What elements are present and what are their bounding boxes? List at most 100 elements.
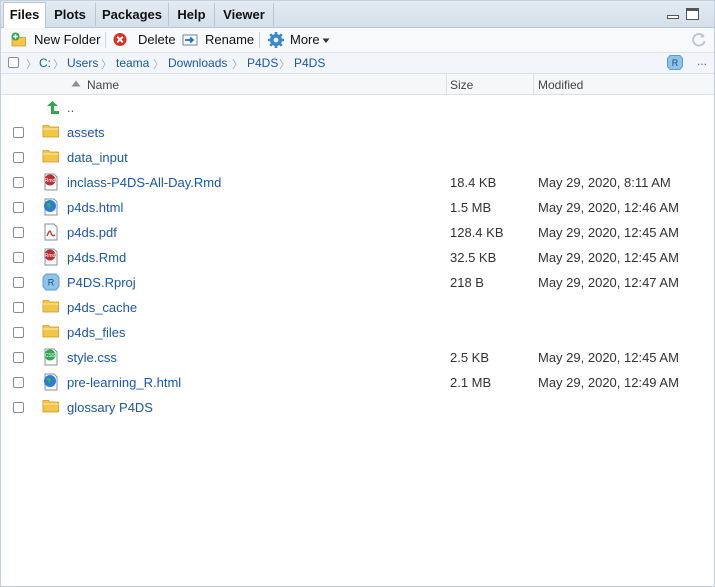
row-checkbox[interactable] [13,252,24,263]
svg-text:CSS: CSS [45,353,56,359]
rename-button[interactable]: Rename [182,30,254,50]
html-file-icon [42,373,60,391]
column-name[interactable]: Name [87,78,119,92]
row-checkbox[interactable] [13,202,24,213]
new-folder-label: New Folder [34,32,101,47]
breadcrumb-item[interactable]: Users [67,56,98,70]
folder-icon [42,298,60,316]
row-checkbox[interactable] [13,402,24,413]
breadcrumb-more[interactable]: ... [697,54,707,68]
column-size[interactable]: Size [450,78,473,92]
tab-packages[interactable]: Packages [96,3,169,26]
new-folder-button[interactable]: New Folder [11,30,101,50]
select-all-checkbox[interactable] [8,57,19,68]
file-row[interactable]: p4ds_cache [1,295,714,320]
file-name[interactable]: .. [67,100,74,115]
file-name[interactable]: p4ds.Rmd [67,250,126,265]
file-row[interactable]: data_input [1,145,714,170]
svg-text:R: R [672,58,679,68]
maximize-icon[interactable] [686,8,699,20]
gear-icon [268,32,284,48]
chevron-down-icon [322,38,330,43]
more-button[interactable]: More [267,30,333,50]
column-modified[interactable]: Modified [538,78,583,92]
row-checkbox[interactable] [13,127,24,138]
file-modified: May 29, 2020, 12:47 AM [538,275,679,290]
file-row[interactable]: Rmd p4ds.Rmd 32.5 KB May 29, 2020, 12:45 AM [1,245,714,270]
row-checkbox[interactable] [13,302,24,313]
breadcrumb-item[interactable]: P4DS [294,56,325,70]
file-row[interactable]: p4ds_files [1,320,714,345]
delete-button[interactable]: Delete [112,30,176,50]
file-name[interactable]: inclass-P4DS-All-Day.Rmd [67,175,221,190]
row-checkbox[interactable] [13,377,24,388]
file-size: 18.4 KB [450,175,497,190]
file-modified: May 29, 2020, 12:45 AM [538,250,679,265]
file-row[interactable]: R P4DS.Rproj 218 B May 29, 2020, 12:47 AM [1,270,714,295]
toolbar-divider [259,32,260,48]
tab-files[interactable]: Files [3,2,46,28]
breadcrumb-item[interactable]: teama [116,56,149,70]
breadcrumb-item[interactable]: C: [39,56,51,70]
file-name[interactable]: p4ds_files [67,325,126,340]
tab-help[interactable]: Help [169,3,215,26]
file-name[interactable]: p4ds.html [67,200,123,215]
file-size: 128.4 KB [450,225,504,240]
file-row[interactable]: p4ds.pdf 128.4 KB May 29, 2020, 12:45 AM [1,220,714,245]
more-label: More [290,32,320,47]
row-checkbox[interactable] [13,227,24,238]
file-size: 2.5 KB [450,350,490,365]
file-row[interactable]: CSS style.css 2.5 KB May 29, 2020, 12:45 AM [1,345,714,370]
file-name[interactable]: P4DS.Rproj [67,275,136,290]
rename-icon [182,34,198,46]
row-checkbox[interactable] [13,277,24,288]
file-row[interactable]: pre-learning_R.html 2.1 MB May 29, 2020, 1… [1,370,714,395]
row-checkbox[interactable] [13,177,24,188]
column-divider [446,74,447,94]
minimize-icon[interactable] [667,8,680,20]
file-size: 32.5 KB [450,250,497,265]
html-file-icon [42,198,60,216]
file-row[interactable]: Rmd inclass-P4DS-All-Day.Rmd 18.4 KB May 29… [1,170,714,195]
refresh-icon[interactable] [691,32,707,51]
file-name[interactable]: data_input [67,150,128,165]
pdf-file-icon [42,223,60,241]
rproject-icon[interactable]: R [667,55,683,70]
file-name[interactable]: p4ds.pdf [67,225,117,240]
rmd-file-icon: Rmd [42,173,60,191]
file-size: 2.1 MB [450,375,492,390]
breadcrumb-separator: 〉 [53,59,64,71]
css-file-icon: CSS [42,348,60,366]
sort-ascending-icon[interactable] [71,80,81,87]
row-checkbox[interactable] [13,152,24,163]
file-name[interactable]: assets [67,125,105,140]
file-name[interactable]: pre-learning_R.html [67,375,181,390]
folder-icon [42,123,60,141]
file-name[interactable]: p4ds_cache [67,300,137,315]
file-row[interactable]: assets [1,120,714,145]
file-name[interactable]: glossary P4DS [67,400,153,415]
tab-viewer[interactable]: Viewer [215,3,274,26]
breadcrumb-item[interactable]: P4DS [247,56,278,70]
row-checkbox[interactable] [13,327,24,338]
file-name[interactable]: style.css [67,350,117,365]
tab-plots[interactable]: Plots [45,3,96,26]
breadcrumb-separator: 〉 [26,59,37,71]
svg-text:Rmd: Rmd [45,253,56,259]
files-pane: Files Plots Packages Help Viewer New Fol… [0,0,715,587]
toolbar: New Folder Delete Rename More [1,28,714,53]
file-modified: May 29, 2020, 12:49 AM [538,375,679,390]
file-row[interactable]: .. [1,95,714,120]
toolbar-divider [105,32,106,48]
breadcrumb-item[interactable]: Downloads [168,56,227,70]
breadcrumb-separator: 〉 [101,59,112,71]
rproj-file-icon: R [42,273,60,291]
breadcrumb-separator: 〉 [153,59,164,71]
file-row[interactable]: p4ds.html 1.5 MB May 29, 2020, 12:46 AM [1,195,714,220]
folder-icon [42,148,60,166]
row-checkbox[interactable] [13,352,24,363]
tab-bar: Files Plots Packages Help Viewer [1,1,714,28]
file-row[interactable]: glossary P4DS [1,395,714,420]
file-modified: May 29, 2020, 12:45 AM [538,350,679,365]
rmd-file-icon: Rmd [42,248,60,266]
